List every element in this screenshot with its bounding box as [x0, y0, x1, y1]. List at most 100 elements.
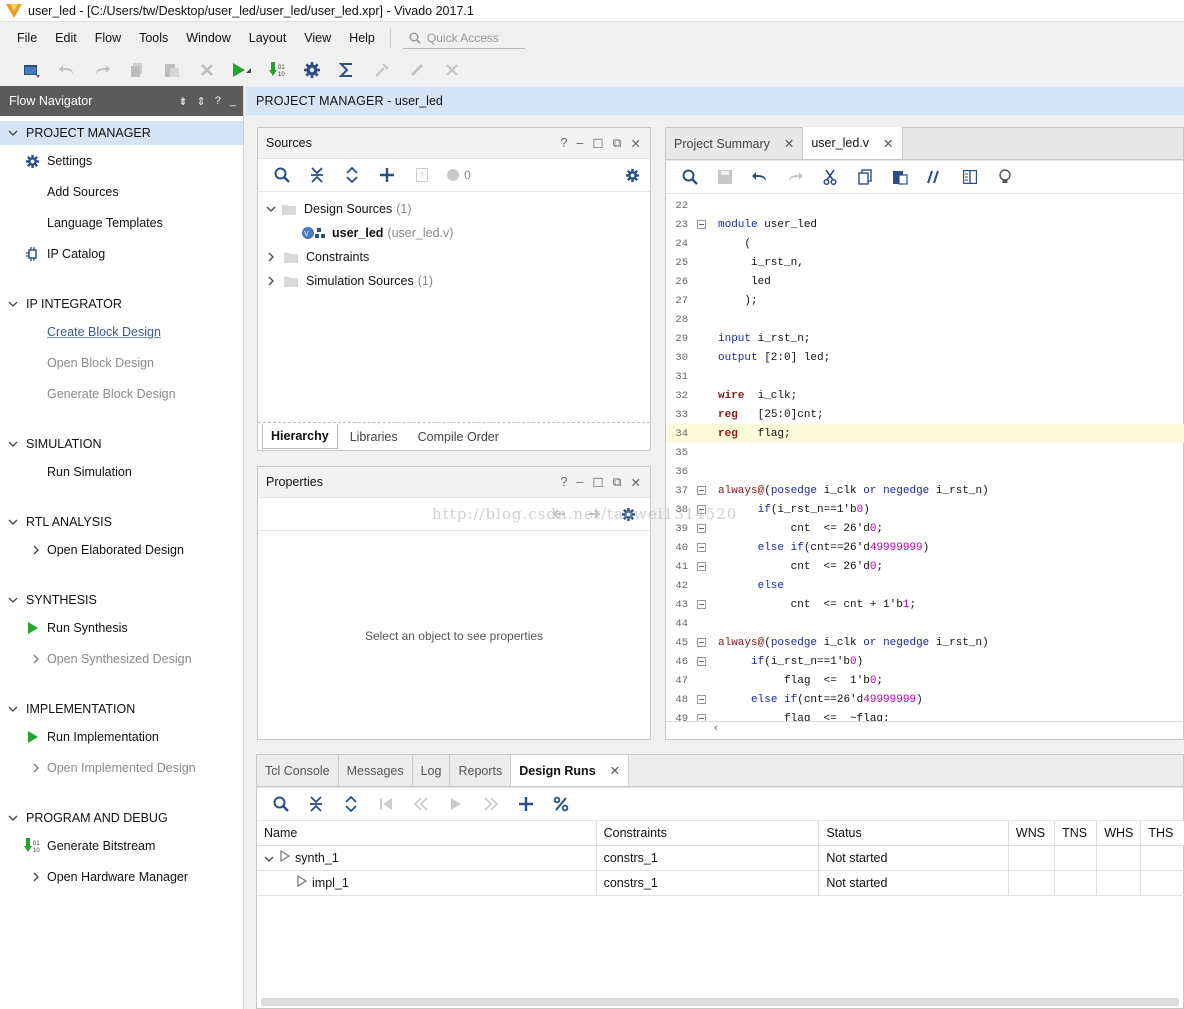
nav-item-run-simulation[interactable]: Run Simulation	[0, 461, 243, 483]
code-line[interactable]: 40 else if(cnt==26'd49999999)	[666, 538, 1184, 557]
code-line[interactable]: 24 (	[666, 234, 1184, 253]
code-line[interactable]: 46 if(i_rst_n==1'b0)	[666, 652, 1184, 671]
back-button[interactable]	[541, 501, 576, 527]
close-icon[interactable]: ✕	[610, 763, 620, 778]
undo-button[interactable]	[742, 164, 777, 190]
col-name[interactable]: Name	[257, 821, 597, 846]
code-line[interactable]: 41 cnt <= 26'd0;	[666, 557, 1184, 576]
code-line[interactable]: 48 else if(cnt==26'd49999999)	[666, 690, 1184, 709]
col-constraints[interactable]: Constraints	[596, 821, 820, 846]
float-icon[interactable]: ⧉	[613, 475, 622, 490]
code-area[interactable]: 22 23 module user_led 24 (25 i_rst_n, 26 led…	[666, 196, 1184, 721]
code-line[interactable]: 42 else	[666, 576, 1184, 595]
clear-button[interactable]	[434, 57, 469, 83]
code-line[interactable]: 34 reg flag;	[666, 424, 1184, 443]
code-line[interactable]: 36	[666, 462, 1184, 481]
percent-button[interactable]	[543, 791, 578, 817]
redo-button[interactable]	[777, 164, 812, 190]
properties-settings-button[interactable]	[611, 501, 646, 527]
col-ths[interactable]: THS	[1140, 821, 1184, 846]
tree-node-design-sources[interactable]: Design Sources (1)	[266, 198, 412, 220]
nav-item-open-elaborated-design[interactable]: Open Elaborated Design	[0, 539, 243, 561]
code-line[interactable]: 35	[666, 443, 1184, 462]
section-project-manager[interactable]: PROJECT MANAGER	[0, 121, 243, 145]
code-line[interactable]: 39 cnt <= 26'd0;	[666, 519, 1184, 538]
find-button[interactable]	[672, 164, 707, 190]
previous-button[interactable]	[403, 791, 438, 817]
nav-item-run-synthesis[interactable]: Run Synthesis	[0, 617, 243, 639]
mark-debug-button[interactable]	[399, 57, 434, 83]
menu-window[interactable]: Window	[179, 31, 237, 45]
col-wns[interactable]: WNS	[1008, 821, 1056, 846]
minimize-icon[interactable]: –	[576, 136, 583, 150]
generate-bitstream-toolbar-button[interactable]: 01 10	[259, 57, 294, 83]
section-synthesis[interactable]: SYNTHESIS	[0, 588, 243, 612]
expand-all-icon[interactable]: ⇕	[197, 95, 206, 108]
search-button[interactable]	[264, 162, 299, 188]
tree-node-constraints[interactable]: Constraints	[266, 246, 369, 268]
fold-marker-icon[interactable]	[694, 505, 708, 514]
tree-node-simulation-sources[interactable]: Simulation Sources (1)	[266, 270, 433, 292]
fold-marker-icon[interactable]	[694, 695, 708, 704]
section-implementation[interactable]: IMPLEMENTATION	[0, 697, 243, 721]
nav-item-generate-block-design[interactable]: Generate Block Design	[0, 383, 243, 405]
code-line[interactable]: 33 reg [25:0]cnt;	[666, 405, 1184, 424]
next-button[interactable]	[473, 791, 508, 817]
report-button[interactable]	[329, 57, 364, 83]
delete-button[interactable]	[189, 57, 224, 83]
nav-item-add-sources[interactable]: Add Sources	[0, 181, 243, 203]
nav-item-create-block-design[interactable]: Create Block Design	[0, 321, 243, 343]
nav-item-open-synthesized-design[interactable]: Open Synthesized Design	[0, 648, 243, 670]
tab-user-led-v[interactable]: user_led.v ✕	[803, 127, 903, 159]
redo-button[interactable]	[84, 57, 119, 83]
help-icon[interactable]: ?	[560, 475, 567, 489]
code-line[interactable]: 49 flag <= ~flag;	[666, 709, 1184, 721]
collapse-all-button[interactable]	[299, 162, 334, 188]
code-line[interactable]: 38 if(i_rst_n==1'b0)	[666, 500, 1184, 519]
table-row[interactable]: synth_1 constrs_1 Not started	[257, 845, 1184, 871]
tab-project-summary[interactable]: Project Summary ✕	[666, 128, 804, 159]
section-simulation[interactable]: SIMULATION	[0, 432, 243, 456]
forward-button[interactable]	[576, 501, 611, 527]
fold-marker-icon[interactable]	[694, 562, 708, 571]
maximize-icon[interactable]: ☐	[592, 136, 603, 151]
editor-horizontal-scrollbar[interactable]: ‹	[666, 721, 1183, 739]
nav-item-open-hardware-manager[interactable]: Open Hardware Manager	[0, 866, 243, 888]
minimize-icon[interactable]: –	[576, 475, 583, 489]
save-button[interactable]	[707, 164, 742, 190]
expand-all-button[interactable]	[333, 791, 368, 817]
help-icon[interactable]: ?	[560, 136, 567, 150]
collapse-all-icon[interactable]: ⇟	[178, 95, 187, 108]
nav-item-open-implemented-design[interactable]: Open Implemented Design	[0, 757, 243, 779]
nav-item-generate-bitstream[interactable]: 01 10 Generate Bitstream	[0, 835, 243, 857]
run-button[interactable]	[224, 57, 259, 83]
code-line[interactable]: 31	[666, 367, 1184, 386]
copy-button[interactable]	[847, 164, 882, 190]
fold-marker-icon[interactable]	[694, 220, 708, 229]
column-select-button[interactable]	[952, 164, 987, 190]
close-icon[interactable]: ✕	[631, 136, 641, 151]
nav-item-language-templates[interactable]: Language Templates	[0, 212, 243, 234]
menu-view[interactable]: View	[297, 31, 338, 45]
section-rtl-analysis[interactable]: RTL ANALYSIS	[0, 510, 243, 534]
play-button[interactable]	[438, 791, 473, 817]
col-status[interactable]: Status	[818, 821, 1009, 846]
section-program-and-debug[interactable]: PROGRAM AND DEBUG	[0, 806, 243, 830]
fold-marker-icon[interactable]	[694, 524, 708, 533]
fold-marker-icon[interactable]	[694, 486, 708, 495]
table-row[interactable]: impl_1 constrs_1 Not started	[257, 870, 1184, 896]
code-line[interactable]: 28	[666, 310, 1184, 329]
col-whs[interactable]: WHS	[1096, 821, 1142, 846]
menu-layout[interactable]: Layout	[242, 31, 294, 45]
tab-log[interactable]: Log	[413, 755, 451, 786]
paste-button[interactable]	[882, 164, 917, 190]
cut-button[interactable]	[812, 164, 847, 190]
search-button[interactable]	[263, 791, 298, 817]
col-tns[interactable]: TNS	[1054, 821, 1098, 846]
nav-item-ip-catalog[interactable]: IP Catalog	[0, 243, 243, 265]
nav-item-settings[interactable]: Settings	[0, 150, 243, 172]
menu-help[interactable]: Help	[342, 31, 382, 45]
fold-marker-icon[interactable]	[694, 543, 708, 552]
code-line[interactable]: 43 cnt <= cnt + 1'b1;	[666, 595, 1184, 614]
close-icon[interactable]: ✕	[631, 475, 641, 490]
